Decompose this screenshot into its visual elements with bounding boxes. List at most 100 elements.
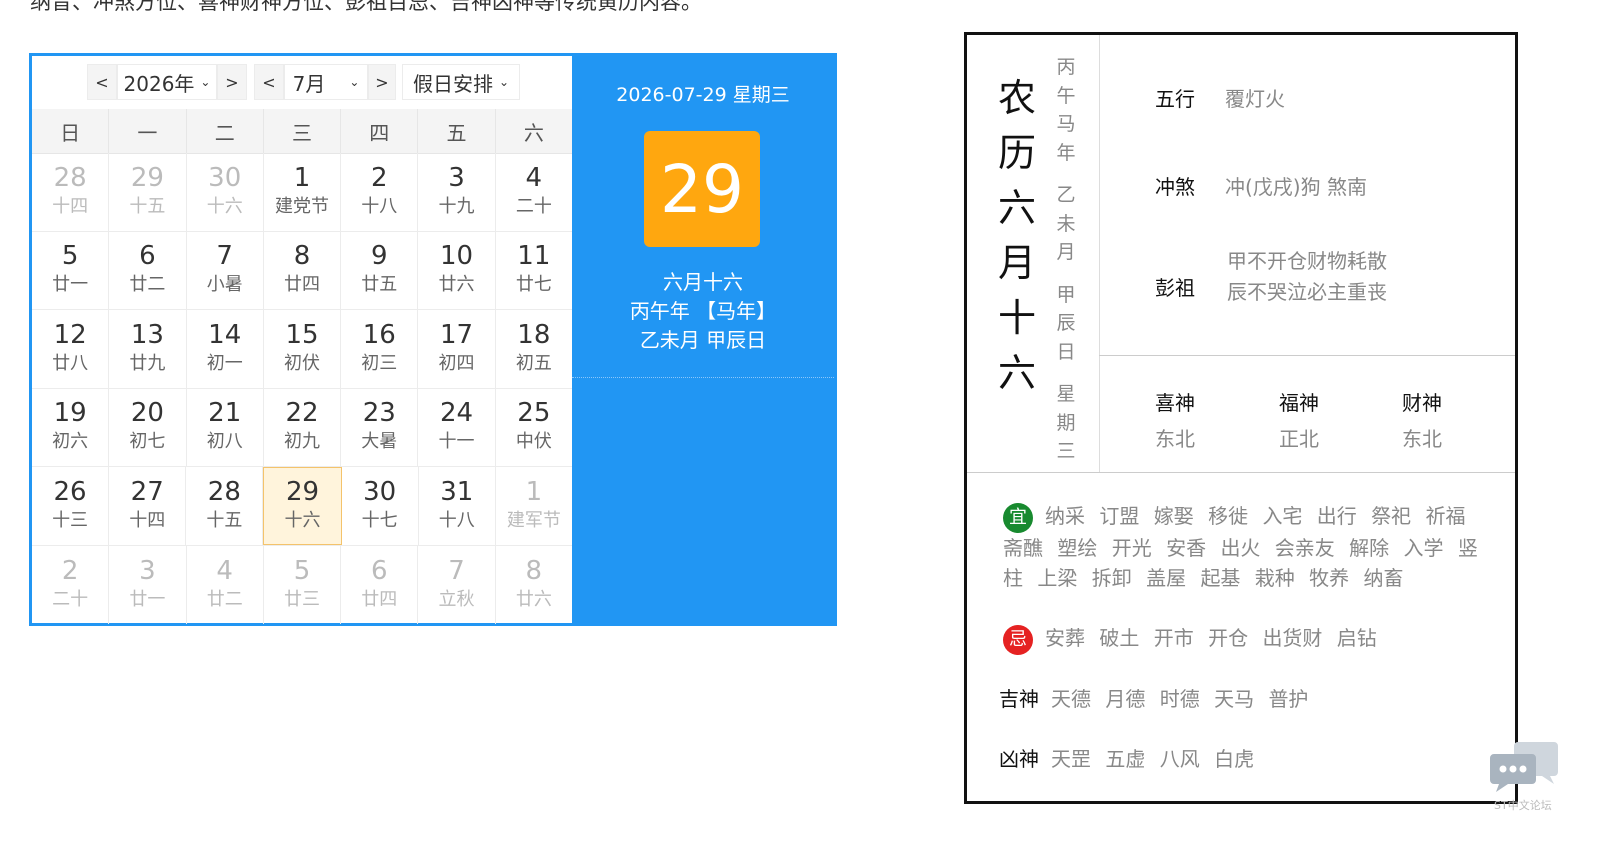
yi-item: 入宅 [1262, 504, 1303, 528]
day-cell[interactable]: 9 廿五 [341, 231, 419, 309]
day-number: 26 [53, 476, 87, 507]
day-cell[interactable]: 2 十八 [341, 153, 419, 231]
day-cell[interactable]: 5 廿三 [264, 545, 342, 624]
lunar-day: 十八 [361, 195, 398, 217]
yi-item: 出行 [1316, 504, 1357, 528]
day-cell[interactable]: 3 十九 [418, 153, 496, 231]
ganzhi-char: 三 [1056, 440, 1076, 462]
day-cell[interactable]: 14 初一 [187, 310, 264, 388]
ganzhi-group: 乙未月 [1055, 181, 1077, 267]
day-cell[interactable]: 2 二十 [32, 545, 110, 624]
month-select-value: 7月 [292, 71, 326, 96]
day-number: 19 [53, 398, 87, 429]
day-cell[interactable]: 1 建军节 [496, 467, 572, 545]
day-number: 5 [293, 555, 311, 586]
day-number: 8 [525, 555, 543, 586]
day-cell[interactable]: 7 小暑 [187, 231, 264, 309]
ganzhi-char: 马 [1056, 113, 1076, 135]
day-cell[interactable]: 28 十四 [32, 153, 110, 231]
day-cell[interactable]: 24 十一 [418, 388, 496, 466]
day-cell[interactable]: 30 十六 [187, 153, 264, 231]
day-cell[interactable]: 3 廿一 [109, 545, 187, 624]
day-cell[interactable]: 21 初八 [187, 388, 264, 466]
day-cell[interactable]: 18 初五 [496, 310, 572, 388]
day-cell[interactable]: 1 建党节 [264, 153, 342, 231]
yi-item: 嫁娶 [1153, 504, 1194, 528]
day-cell[interactable]: 4 二十 [496, 153, 572, 231]
lunar-day: 十四 [52, 195, 89, 217]
day-cell[interactable]: 12 廿八 [32, 310, 110, 388]
day-number: 30 [363, 476, 397, 507]
day-cell[interactable]: 31 十八 [419, 467, 496, 545]
day-cell[interactable]: 28 十五 [186, 467, 264, 545]
day-cell[interactable]: 20 初七 [109, 388, 187, 466]
day-cell[interactable]: 22 初九 [264, 388, 342, 466]
ganzhi-char: 甲 [1056, 283, 1076, 306]
holiday-select[interactable]: 假日安排 ⌄ [402, 64, 520, 100]
day-cell[interactable]: 16 初三 [341, 310, 419, 388]
yi-item: 上梁 [1037, 566, 1078, 590]
day-number: 29 [130, 162, 164, 193]
weekday-label: 四 [341, 109, 419, 153]
week-row: 2 二十 3 廿一 4 廿二 5 廿三 6 廿四 7 立秋 8 廿六 [32, 545, 572, 625]
day-number: 10 [440, 241, 474, 272]
day-cell[interactable]: 11 廿七 [496, 232, 572, 310]
day-cell[interactable]: 5 廿一 [32, 231, 110, 309]
day-cell[interactable]: 23 大暑 [341, 388, 419, 466]
prev-month-button[interactable]: < [254, 64, 284, 100]
day-cell[interactable]: 30 十七 [342, 467, 419, 545]
day-cell[interactable]: 17 初四 [418, 310, 496, 388]
ji-section: 忌安葬 破土 开市 开仓 出货财 启钻 [1003, 623, 1385, 655]
day-number: 18 [517, 319, 551, 350]
day-cell[interactable]: 29 十五 [109, 153, 187, 231]
year-select[interactable]: 2026年 ⌄ [117, 64, 217, 100]
lunar-day: 立秋 [438, 588, 475, 610]
day-cell[interactable]: 19 初六 [32, 388, 110, 466]
day-number: 23 [362, 398, 396, 429]
day-cell[interactable]: 6 廿二 [109, 231, 187, 309]
lunar-day: 初伏 [283, 352, 320, 374]
lunar-day: 廿二 [129, 274, 166, 296]
chongsha-value: 冲(戊戌)狗 煞南 [1225, 175, 1367, 199]
day-number: 14 [208, 319, 242, 350]
yi-item: 订盟 [1099, 504, 1140, 528]
lunar-day: 十三 [52, 509, 89, 531]
day-number: 8 [293, 241, 311, 272]
day-cell[interactable]: 13 廿九 [109, 310, 187, 388]
day-cell[interactable]: 27 十四 [109, 467, 187, 545]
day-number: 7 [216, 241, 233, 272]
day-cell[interactable]: 15 初伏 [264, 310, 342, 388]
selected-lunar-info: 六月十六 丙午年 【马年】 乙未月 甲辰日 [572, 268, 834, 355]
lunar-day: 初五 [515, 352, 552, 374]
day-cell[interactable]: 26 十三 [32, 467, 110, 545]
yi-item: 拆卸 [1091, 566, 1132, 590]
day-number: 29 [285, 476, 320, 507]
day-cell-selected[interactable]: 29 十六 [263, 467, 342, 545]
day-number: 17 [440, 319, 474, 350]
ganzhi-char: 期 [1056, 411, 1076, 434]
next-month-button[interactable]: > [368, 64, 396, 100]
day-cell[interactable]: 10 廿六 [418, 231, 496, 309]
day-cell[interactable]: 4 廿二 [187, 545, 264, 624]
day-number: 1 [525, 476, 543, 507]
month-select[interactable]: 7月 ⌄ [284, 64, 368, 100]
jishen-item: 天德 [1051, 687, 1091, 711]
day-number: 20 [130, 398, 164, 429]
day-cell[interactable]: 8 廿四 [264, 231, 342, 309]
xishen-label: 喜神 [1155, 391, 1195, 415]
day-cell[interactable]: 8 廿六 [496, 546, 572, 625]
yi-item: 牧养 [1309, 566, 1350, 590]
day-number: 15 [285, 319, 319, 350]
ganzhi-group: 星期三 [1055, 380, 1077, 466]
next-year-button[interactable]: > [217, 64, 247, 100]
ganzhi-char: 午 [1056, 84, 1076, 107]
chat-bubble-icon [1490, 742, 1558, 792]
day-cell[interactable]: 7 立秋 [418, 545, 496, 624]
day-number: 25 [517, 398, 551, 429]
prev-year-button[interactable]: < [87, 64, 117, 100]
day-cell[interactable]: 25 中伏 [496, 389, 572, 467]
day-cell[interactable]: 6 廿四 [341, 545, 419, 624]
jishen-row: 吉神 天德 月德 时德 天马 普护 [999, 683, 1316, 712]
day-number: 16 [362, 319, 396, 350]
chevron-down-icon: ⌄ [200, 75, 211, 89]
